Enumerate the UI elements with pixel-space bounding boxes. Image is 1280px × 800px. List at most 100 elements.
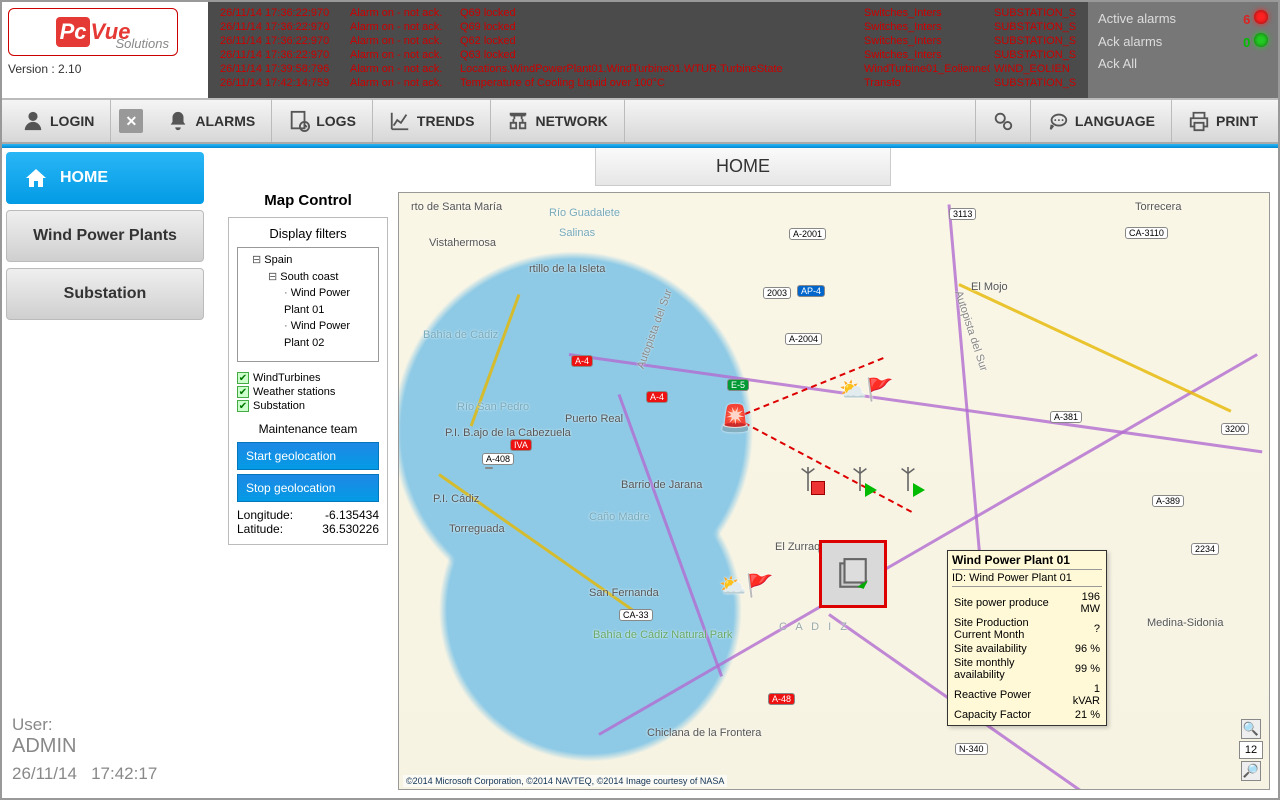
- road-shield: CA-33: [619, 609, 653, 621]
- alarm-row[interactable]: 26/11/14 17:42:14:759Alarm on - not ack.…: [216, 76, 1080, 90]
- main-toolbar: LOGIN ✕ ALARMS LOGS TRENDS NETWORK LANGU…: [2, 100, 1278, 144]
- gears-icon: [992, 110, 1014, 132]
- nav-home[interactable]: HOME: [6, 152, 204, 204]
- alarm-cell: 26/11/14 17:42:14:759: [216, 76, 346, 90]
- alarm-cell: WIND_EOLIEN: [990, 62, 1080, 76]
- logo-area: PcVue Solutions Version : 2.10: [2, 2, 208, 98]
- page-title: HOME: [595, 148, 891, 186]
- user-block: User: ADMIN 26/11/14 17:42:17: [6, 705, 204, 794]
- alarm-row[interactable]: 26/11/14 17:36:22:970Alarm on - not ack.…: [216, 34, 1080, 48]
- city-label: Salinas: [559, 227, 595, 239]
- weather-marker-icon[interactable]: ⛅🚩: [839, 377, 894, 403]
- road-shield: N-340: [955, 743, 988, 755]
- layer-substation[interactable]: ✔Substation: [237, 400, 379, 412]
- alarm-cell: Alarm on - not ack.: [346, 48, 456, 62]
- road-shield: 2234: [1191, 543, 1219, 555]
- road-shield: 3200: [1221, 423, 1249, 435]
- windturbine-marker[interactable]: [799, 467, 817, 491]
- longitude-value: -6.135434: [325, 508, 379, 522]
- alarm-row[interactable]: 26/11/14 17:36:22:970Alarm on - not ack.…: [216, 48, 1080, 62]
- tooltip-val: 196 MW: [1065, 591, 1100, 615]
- road-shield: A-408: [482, 453, 514, 465]
- tooltip-val: 99 %: [1065, 657, 1100, 681]
- bell-icon: [167, 110, 189, 132]
- windturbine-marker[interactable]: [851, 467, 869, 491]
- alarms-button[interactable]: ALARMS: [151, 100, 272, 142]
- map-credit: ©2014 Microsoft Corporation, ©2014 NAVTE…: [403, 775, 727, 787]
- language-button[interactable]: LANGUAGE: [1031, 100, 1172, 142]
- road-shield: 2003: [763, 287, 791, 299]
- alarm-row[interactable]: 26/11/14 17:36:22:970Alarm on - not ack.…: [216, 6, 1080, 20]
- tree-wpp02[interactable]: Wind Power Plant 02: [242, 318, 374, 351]
- layer-weather[interactable]: ✔Weather stations: [237, 386, 379, 398]
- city-label: El Mojo: [971, 281, 1008, 293]
- latitude-label: Latitude:: [237, 522, 283, 536]
- stop-geolocation-button[interactable]: Stop geolocation: [237, 474, 379, 502]
- map-zoom-control: 🔍 12 🔎: [1239, 719, 1263, 781]
- chart-icon: [389, 110, 411, 132]
- alarm-cell: WindTurbine01_Eolienne01: [860, 62, 990, 76]
- road-shield: A-4: [571, 355, 593, 367]
- nav-wind-power-plants[interactable]: Wind Power Plants: [6, 210, 204, 262]
- start-geolocation-button[interactable]: Start geolocation: [237, 442, 379, 470]
- alarm-row[interactable]: 26/11/14 17:36:22:970Alarm on - not ack.…: [216, 20, 1080, 34]
- ack-all-button[interactable]: Ack All: [1098, 56, 1137, 71]
- river-label: Caño Madre: [589, 511, 650, 523]
- sea-label: Bahía de Cádiz: [423, 329, 498, 341]
- layer-windturbines[interactable]: ✔WindTurbines: [237, 372, 379, 384]
- alarm-cell: SUBSTATION_S: [990, 48, 1080, 62]
- tree-spain[interactable]: Spain: [242, 252, 374, 269]
- city-label: Chiclana de la Frontera: [647, 727, 761, 739]
- filter-tree[interactable]: Spain South coast Wind Power Plant 01 Wi…: [237, 247, 379, 362]
- close-login-button[interactable]: ✕: [119, 109, 143, 133]
- alarm-cell: Switches_Inters: [860, 48, 990, 62]
- active-alarms-label: Active alarms: [1098, 11, 1176, 26]
- user-icon: [22, 110, 44, 132]
- city-label: Torrecera: [1135, 201, 1181, 213]
- trends-button[interactable]: TRENDS: [373, 100, 492, 142]
- city-label: rto de Santa María: [411, 201, 502, 213]
- active-alarms-count: 6: [1243, 12, 1250, 27]
- tooltip-val: 96 %: [1065, 643, 1100, 655]
- tooltip-id: ID: Wind Power Plant 01: [952, 569, 1102, 587]
- city-label: Medina-Sidonia: [1147, 617, 1223, 629]
- logs-button[interactable]: LOGS: [272, 100, 373, 142]
- led-green-icon: [1254, 33, 1268, 47]
- city-label: Vistahermosa: [429, 237, 496, 249]
- alarm-cell: Alarm on - not ack.: [346, 76, 456, 90]
- status-time: 17:42:17: [91, 764, 157, 783]
- network-button[interactable]: NETWORK: [491, 100, 624, 142]
- zoom-in-button[interactable]: 🔍: [1241, 719, 1261, 739]
- logo-solutions: Solutions: [116, 36, 169, 51]
- tooltip-val: 21 %: [1065, 709, 1100, 721]
- log-icon: [288, 110, 310, 132]
- checkbox-checked-icon: ✔: [237, 386, 249, 398]
- alarm-cell: 26/11/14 17:36:22:970: [216, 20, 346, 34]
- logo: PcVue Solutions: [8, 8, 178, 56]
- zoom-out-button[interactable]: 🔎: [1241, 761, 1261, 781]
- print-button[interactable]: PRINT: [1172, 100, 1274, 142]
- alarm-cell: Q63 locked: [456, 48, 860, 62]
- login-button[interactable]: LOGIN: [6, 100, 111, 142]
- weather-marker-icon[interactable]: ⛅🚩: [719, 573, 774, 599]
- windturbine-marker[interactable]: [899, 467, 917, 491]
- road-shield: [485, 467, 493, 469]
- map-view[interactable]: rto de Santa María Vistahermosa Puerto R…: [398, 192, 1270, 790]
- alarm-row[interactable]: 26/11/14 17:39:58:796Alarm on - not ack.…: [216, 62, 1080, 76]
- selected-substation-marker[interactable]: [819, 540, 887, 608]
- maintenance-title: Maintenance team: [237, 422, 379, 436]
- alarm-beacon-icon[interactable]: 🚨: [719, 403, 751, 434]
- nav-substation[interactable]: Substation: [6, 268, 204, 320]
- tree-south-coast[interactable]: South coast: [242, 269, 374, 286]
- city-label: Torreguada: [449, 523, 505, 535]
- alarm-cell: Alarm on - not ack.: [346, 34, 456, 48]
- user-name: ADMIN: [12, 735, 198, 758]
- alarm-log-banner[interactable]: 26/11/14 17:36:22:970Alarm on - not ack.…: [208, 2, 1088, 98]
- map-control-panel: Map Control Display filters Spain South …: [228, 192, 388, 790]
- ack-alarms-count: 0: [1243, 35, 1250, 50]
- tree-wpp01[interactable]: Wind Power Plant 01: [242, 285, 374, 318]
- alarm-cell: SUBSTATION_S: [990, 76, 1080, 90]
- printer-icon: [1188, 110, 1210, 132]
- alarm-cell: 26/11/14 17:36:22:970: [216, 48, 346, 62]
- settings-button[interactable]: [975, 100, 1031, 142]
